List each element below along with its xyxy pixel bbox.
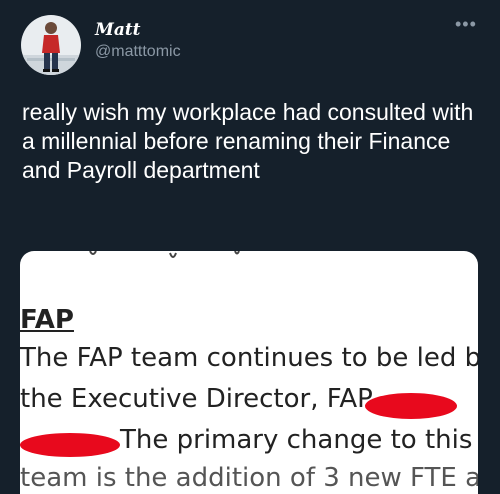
document-line-1: The FAP team continues to be led by [20, 343, 478, 373]
person-photo-icon [21, 22, 81, 75]
tweet-text: really wish my workplace had consulted w… [22, 99, 474, 183]
document-line-3: The primary change to this [120, 425, 473, 455]
document-line-4: team is the addition of 3 new FTE a [20, 463, 478, 493]
cropped-text-fragment [89, 251, 240, 258]
document-line-2: the Executive Director, FAP [20, 384, 373, 414]
tweet-image[interactable]: FAP The FAP team continues to be led by … [20, 251, 478, 494]
document-heading: FAP [20, 305, 74, 335]
tweet: Matt @matttomic ••• really wish my workp… [0, 0, 500, 494]
document-screenshot: FAP The FAP team continues to be led by … [20, 251, 478, 494]
redaction-mark [365, 393, 457, 419]
redaction-mark [20, 433, 120, 457]
more-options-icon[interactable]: ••• [455, 14, 477, 35]
avatar[interactable] [21, 15, 81, 75]
author-handle[interactable]: @matttomic [95, 43, 181, 61]
author-display-name[interactable]: Matt [95, 20, 141, 40]
